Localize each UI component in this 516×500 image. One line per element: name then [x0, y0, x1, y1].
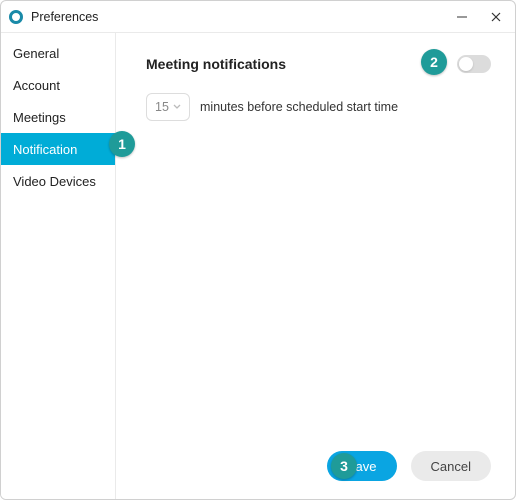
sidebar-item-label: Notification — [13, 142, 77, 157]
section-title: Meeting notifications — [146, 56, 286, 72]
save-label: Save — [347, 459, 377, 474]
minimize-icon — [456, 11, 468, 23]
toggle-knob-icon — [459, 57, 473, 71]
body: General Account Meetings Notification Vi… — [1, 33, 515, 499]
window-title: Preferences — [31, 10, 98, 24]
cancel-button[interactable]: Cancel — [411, 451, 491, 481]
preferences-window: Preferences General Account Meetings Not… — [0, 0, 516, 500]
app-logo-icon — [9, 10, 23, 24]
sidebar-item-meetings[interactable]: Meetings — [1, 101, 115, 133]
minutes-row: 15 minutes before scheduled start time — [146, 93, 491, 121]
sidebar-item-label: Video Devices — [13, 174, 96, 189]
sidebar-item-label: Account — [13, 78, 60, 93]
content-pane: Meeting notifications 15 minutes before … — [115, 33, 515, 499]
sidebar: General Account Meetings Notification Vi… — [1, 33, 115, 499]
cancel-label: Cancel — [431, 459, 471, 474]
sidebar-item-label: Meetings — [13, 110, 66, 125]
sidebar-item-label: General — [13, 46, 59, 61]
toggle-wrap — [457, 55, 491, 73]
close-icon — [490, 11, 502, 23]
close-button[interactable] — [489, 10, 503, 24]
section-header: Meeting notifications — [146, 55, 491, 73]
footer: Save Cancel — [146, 439, 491, 481]
sidebar-item-general[interactable]: General — [1, 37, 115, 69]
minutes-select[interactable]: 15 — [146, 93, 190, 121]
chevron-down-icon — [173, 103, 181, 111]
minimize-button[interactable] — [455, 10, 469, 24]
save-button[interactable]: Save — [327, 451, 397, 481]
sidebar-item-video-devices[interactable]: Video Devices — [1, 165, 115, 197]
notifications-toggle[interactable] — [457, 55, 491, 73]
minutes-hint: minutes before scheduled start time — [200, 100, 398, 114]
sidebar-item-notification[interactable]: Notification — [1, 133, 115, 165]
window-controls — [455, 10, 507, 24]
minutes-value: 15 — [155, 100, 169, 114]
titlebar: Preferences — [1, 1, 515, 33]
sidebar-item-account[interactable]: Account — [1, 69, 115, 101]
